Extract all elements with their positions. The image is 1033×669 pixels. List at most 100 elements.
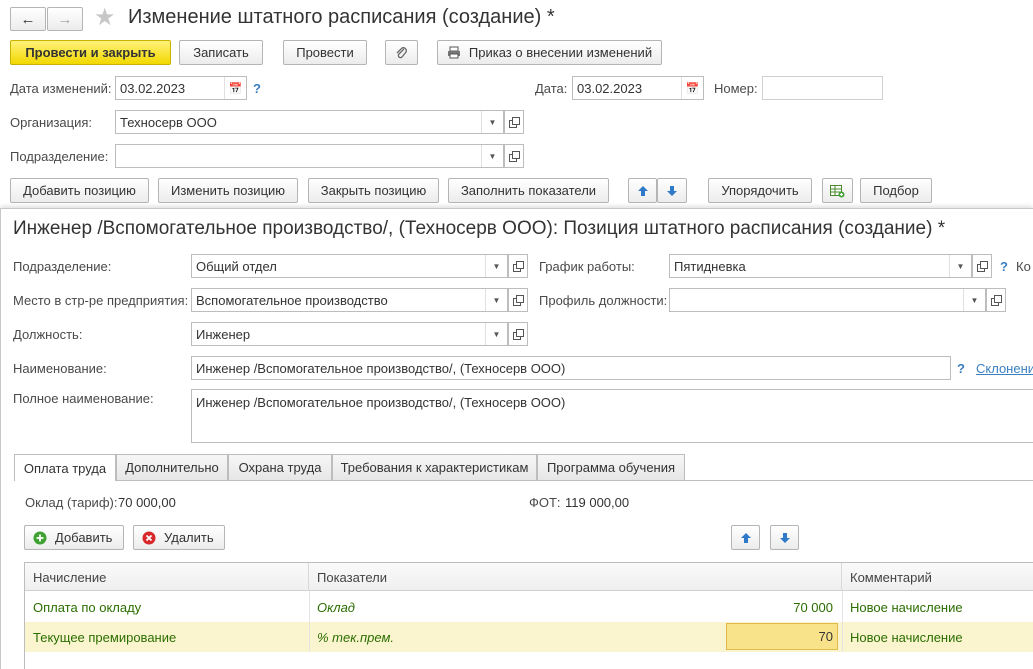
move-down-button[interactable] [657, 178, 687, 203]
tabs-baseline [14, 480, 1033, 481]
tab-pay[interactable]: Оплата труда [14, 454, 116, 481]
chevron-down-icon[interactable]: ▼ [481, 111, 503, 133]
fullname-label: Полное наименование: [13, 391, 154, 406]
job-field[interactable]: Инженер ▼ [191, 322, 508, 346]
help-icon[interactable]: ? [1000, 259, 1008, 274]
add-table-button[interactable] [822, 178, 853, 203]
chevron-down-icon[interactable]: ▼ [485, 323, 507, 345]
row-down-button[interactable] [770, 525, 799, 550]
position-dept-field[interactable]: Общий отдел ▼ [191, 254, 508, 278]
position-title: Инженер /Вспомогательное производство/, … [13, 218, 946, 239]
row-indicator[interactable]: Оклад [309, 592, 609, 622]
salary-label: Оклад (тариф): [25, 495, 118, 510]
fill-indicators-button[interactable]: Заполнить показатели [448, 178, 609, 203]
dept-label: Подразделение: [10, 149, 109, 164]
org-label: Организация: [10, 115, 93, 130]
open-icon[interactable] [504, 144, 524, 168]
org-value: Техносерв ООО [120, 114, 217, 130]
open-icon[interactable] [508, 322, 528, 346]
profile-field[interactable]: ▼ [669, 288, 986, 312]
add-accrual-button[interactable]: Добавить [24, 525, 124, 550]
printer-icon [447, 46, 460, 59]
arrow-down-icon [779, 532, 790, 543]
favorite-star-icon[interactable]: ★ [94, 5, 116, 31]
dept-field[interactable]: ▼ [115, 144, 504, 168]
column-divider [842, 591, 843, 652]
change-position-button[interactable]: Изменить позицию [158, 178, 298, 203]
number-field[interactable] [762, 76, 883, 100]
open-icon[interactable] [504, 110, 524, 134]
add-position-button[interactable]: Добавить позицию [10, 178, 149, 203]
position-dept-label: Подразделение: [13, 259, 112, 274]
row-accrual[interactable]: Текущее премирование [25, 622, 309, 652]
date-field[interactable]: 03.02.2023 📅 [572, 76, 704, 100]
place-label: Место в стр-ре предприятия: [13, 293, 189, 308]
back-button[interactable]: ← [10, 7, 46, 31]
change-date-label: Дата изменений: [10, 81, 112, 96]
job-label: Должность: [13, 327, 83, 342]
change-date-field[interactable]: 03.02.2023 📅 [115, 76, 247, 100]
open-icon[interactable] [972, 254, 992, 278]
chevron-down-icon[interactable]: ▼ [485, 289, 507, 311]
org-field[interactable]: Техносерв ООО ▼ [115, 110, 504, 134]
col-accrual-header[interactable]: Начисление [25, 563, 309, 591]
row-comment[interactable]: Новое начисление [842, 622, 1033, 652]
write-button[interactable]: Записать [179, 40, 263, 65]
col-indicators-header[interactable]: Показатели [309, 563, 842, 591]
attach-button[interactable] [385, 40, 418, 65]
open-icon[interactable] [508, 288, 528, 312]
move-up-button[interactable] [628, 178, 657, 203]
tab-training[interactable]: Программа обучения [537, 454, 685, 480]
chevron-down-icon[interactable]: ▼ [485, 255, 507, 277]
name-field[interactable]: Инженер /Вспомогательное производство/, … [191, 356, 951, 380]
open-icon[interactable] [508, 254, 528, 278]
arrow-down-icon [667, 185, 677, 196]
row-value[interactable]: 70 000 [727, 592, 837, 622]
row-indicator[interactable]: % тек.прем. [309, 622, 609, 652]
fot-value: 119 000,00 [565, 495, 630, 510]
row-up-button[interactable] [731, 525, 760, 550]
chevron-down-icon[interactable]: ▼ [949, 255, 971, 277]
help-icon[interactable]: ? [253, 81, 261, 96]
close-position-button[interactable]: Закрыть позицию [308, 178, 439, 203]
arrow-up-icon [740, 532, 751, 543]
select-button[interactable]: Подбор [860, 178, 932, 203]
help-icon[interactable]: ? [957, 361, 965, 376]
job-value: Инженер [196, 326, 251, 342]
schedule-extra-label: Ко [1016, 259, 1031, 274]
post-button[interactable]: Провести [283, 40, 367, 65]
profile-label: Профиль должности: [539, 293, 668, 308]
delete-accrual-label: Удалить [164, 530, 214, 545]
calendar-icon[interactable]: 📅 [224, 77, 246, 99]
schedule-field[interactable]: Пятидневка ▼ [669, 254, 972, 278]
open-icon[interactable] [986, 288, 1006, 312]
window-title: Изменение штатного расписания (создание)… [128, 6, 555, 28]
chevron-down-icon[interactable]: ▼ [963, 289, 985, 311]
tab-requirements[interactable]: Требования к характеристикам [332, 454, 537, 480]
arrow-up-icon [637, 185, 648, 196]
row-value-editing[interactable]: 70 [726, 623, 838, 650]
forward-button[interactable]: → [47, 7, 83, 31]
order-list-button[interactable]: Упорядочить [708, 178, 812, 203]
tab-additional[interactable]: Дополнительно [116, 454, 228, 480]
row-accrual[interactable]: Оплата по окладу [25, 592, 309, 622]
post-and-close-button[interactable]: Провести и закрыть [10, 40, 171, 65]
add-accrual-label: Добавить [55, 530, 113, 545]
position-dept-value: Общий отдел [196, 258, 277, 274]
col-comment-header[interactable]: Комментарий [842, 563, 1033, 591]
tab-safety[interactable]: Охрана труда [228, 454, 332, 480]
date-value: 03.02.2023 [577, 80, 643, 96]
delete-accrual-button[interactable]: Удалить [133, 525, 225, 550]
chevron-down-icon[interactable]: ▼ [481, 145, 503, 167]
schedule-value: Пятидневка [674, 258, 746, 274]
declension-link[interactable]: Склонени [976, 361, 1033, 376]
salary-value: 70 000,00 [118, 495, 176, 510]
row-comment[interactable]: Новое начисление [842, 592, 1033, 622]
calendar-icon[interactable]: 📅 [681, 77, 703, 99]
fullname-field[interactable]: Инженер /Вспомогательное производство/, … [191, 389, 1033, 443]
plus-circle-icon [33, 531, 47, 544]
name-label: Наименование: [13, 361, 107, 376]
order-button[interactable]: Приказ о внесении изменений [437, 40, 662, 65]
place-field[interactable]: Вспомогательное производство ▼ [191, 288, 508, 312]
place-value: Вспомогательное производство [196, 292, 388, 308]
